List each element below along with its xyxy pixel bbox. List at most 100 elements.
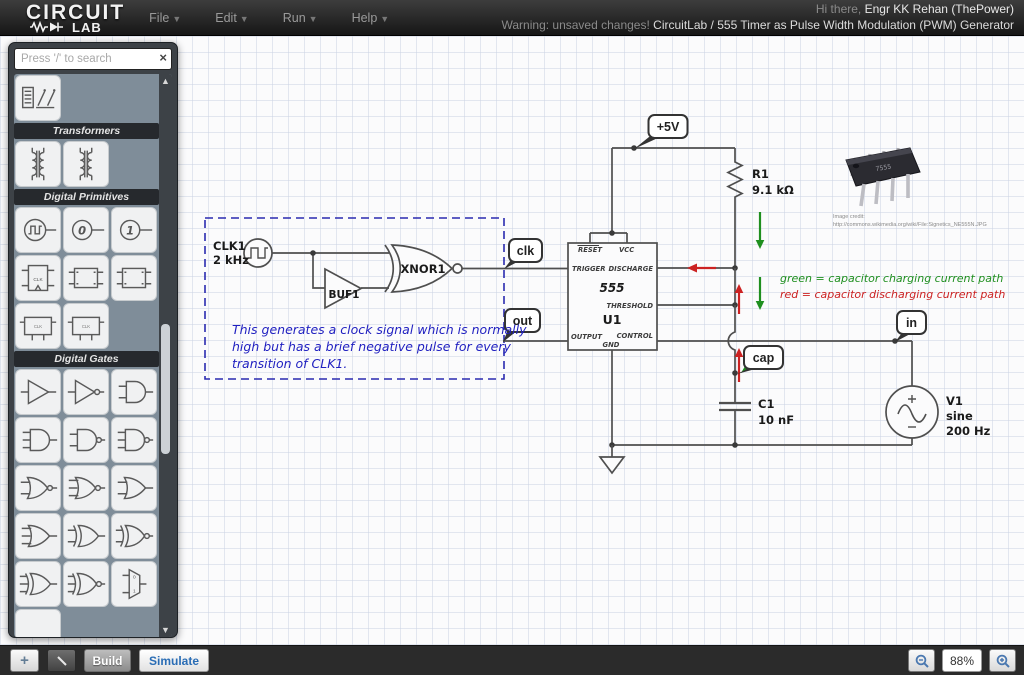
wire-clk-branch[interactable]: [313, 253, 325, 288]
breadcrumb-app[interactable]: CircuitLab: [653, 18, 707, 32]
svg-text:http://commons.wikimedia.org/w: http://commons.wikimedia.org/wiki/File:S…: [833, 222, 987, 228]
voltage-source-v1[interactable]: [886, 341, 938, 445]
tile-nand3-gate[interactable]: [111, 417, 157, 463]
scroll-up-icon[interactable]: ▲: [159, 76, 172, 86]
svg-text:1: 1: [126, 223, 134, 237]
pin-threshold: THRESHOLD: [606, 302, 653, 310]
clk1-value: 2 kHz: [213, 253, 249, 267]
resistor-r1[interactable]: [728, 148, 742, 268]
r1-value: 9.1 kΩ: [752, 183, 794, 197]
tile-or2-gate[interactable]: [111, 465, 157, 511]
digital-clock-source-icon: [16, 207, 60, 253]
tile-and3-gate[interactable]: [15, 417, 61, 463]
u1-designator: U1: [603, 312, 622, 327]
username[interactable]: Engr KK Rehan (ThePower): [865, 2, 1014, 16]
pan-tool-button[interactable]: +: [10, 649, 39, 672]
net-flag-plus5v[interactable]: +5V: [634, 115, 688, 149]
scroll-down-icon[interactable]: ▼: [159, 625, 172, 635]
menu-bar: File▼ Edit▼ Run▼ Help▼: [149, 11, 389, 25]
palette-tile-grid: [14, 608, 159, 637]
tile-xnor3-gate[interactable]: [63, 561, 109, 607]
tile-partial-tile[interactable]: [15, 609, 61, 637]
svg-text:0: 0: [78, 223, 86, 237]
tile-digital-ic-a[interactable]: [63, 255, 109, 301]
ground-symbol[interactable]: [600, 445, 624, 473]
nand2-gate-icon: [64, 417, 108, 463]
wire-threshold-to-cap[interactable]: [728, 305, 735, 403]
tile-xnor2-gate[interactable]: [111, 513, 157, 559]
buffer-gate-icon: [16, 369, 60, 415]
net-flag-clk[interactable]: clk: [504, 239, 542, 269]
multiplexer-icon: 01: [112, 561, 156, 607]
c1-value: 10 nF: [758, 413, 794, 427]
svg-text:cap: cap: [753, 351, 775, 365]
breadcrumb-doc-title: 555 Timer as Pulse Width Modulation (PWM…: [717, 18, 1014, 32]
tile-d-flip-flop[interactable]: CLK: [15, 255, 61, 301]
unsaved-warning: Warning: unsaved changes!: [502, 18, 650, 32]
svg-text:This generates a clock signal: This generates a clock signal which is n…: [232, 322, 527, 337]
svg-text:+5V: +5V: [657, 120, 680, 134]
tile-logic-0[interactable]: 0: [63, 207, 109, 253]
search-input[interactable]: [14, 48, 172, 70]
chevron-down-icon: ▼: [172, 14, 181, 24]
simulate-button[interactable]: Simulate: [139, 649, 209, 672]
xnor3-gate-icon: [64, 561, 108, 607]
c1-designator: C1: [758, 397, 774, 411]
r1-designator: R1: [752, 167, 769, 181]
circuitlab-logo[interactable]: CIRCUIT LAB: [26, 2, 125, 34]
menu-help[interactable]: Help▼: [352, 11, 390, 25]
d-flip-flop-icon: CLK: [16, 255, 60, 301]
legend-red: red = capacitor discharging current path: [780, 288, 1005, 301]
v1-type: sine: [946, 409, 973, 423]
tile-xor2-gate[interactable]: [63, 513, 109, 559]
menu-edit[interactable]: Edit▼: [215, 11, 248, 25]
menu-run[interactable]: Run▼: [283, 11, 318, 25]
buf1-designator: BUF1: [328, 289, 359, 301]
tile-xor3-gate[interactable]: [15, 561, 61, 607]
tile-digital-clock-source[interactable]: [15, 207, 61, 253]
and3-gate-icon: [16, 417, 60, 463]
v1-value: 200 Hz: [946, 424, 991, 438]
zoom-in-button[interactable]: [989, 649, 1016, 672]
tile-transformer-1[interactable]: [15, 141, 61, 187]
document-breadcrumb: Warning: unsaved changes! CircuitLab / 5…: [502, 18, 1015, 34]
tile-transformer-2[interactable]: [63, 141, 109, 187]
and2-gate-icon: [112, 369, 156, 415]
tile-inverter-gate[interactable]: [63, 369, 109, 415]
tile-digital-ic-b[interactable]: [111, 255, 157, 301]
zoom-level-display[interactable]: 88%: [942, 649, 982, 672]
palette-section-header: Transformers: [14, 123, 159, 139]
svg-text:in: in: [906, 316, 917, 330]
tile-nor2-gate[interactable]: [15, 465, 61, 511]
tile-buffer-gate[interactable]: [15, 369, 61, 415]
clock-source-clk1[interactable]: [244, 239, 389, 267]
wire-tool-button[interactable]: [47, 649, 76, 672]
chevron-down-icon: ▼: [309, 14, 318, 24]
capacitor-c1[interactable]: [719, 403, 751, 445]
svg-text:CLK: CLK: [33, 277, 43, 283]
tile-digital-ic-c[interactable]: CLK: [15, 303, 61, 349]
close-icon[interactable]: ×: [159, 51, 167, 64]
build-button[interactable]: Build: [84, 649, 131, 672]
palette-section-header: Digital Gates: [14, 351, 159, 367]
scrollbar-thumb[interactable]: [161, 324, 170, 454]
palette-scrollbar[interactable]: ▲ ▼: [159, 74, 172, 637]
palette-tile-grid: [14, 140, 159, 188]
pin-trigger: TRIGGER: [572, 265, 605, 273]
tile-digital-ic-d[interactable]: CLK: [63, 303, 109, 349]
inverter-gate-icon: [64, 369, 108, 415]
tile-and2-gate[interactable]: [111, 369, 157, 415]
tile-or3-gate[interactable]: [15, 513, 61, 559]
menu-file[interactable]: File▼: [149, 11, 181, 25]
tile-relay[interactable]: [15, 75, 61, 121]
palette-tile-grid: 01: [14, 368, 159, 608]
tile-multiplexer[interactable]: 01: [111, 561, 157, 607]
zoom-out-button[interactable]: [908, 649, 935, 672]
clk1-designator: CLK1: [213, 239, 246, 253]
relay-icon: [16, 75, 60, 121]
net-flag-in[interactable]: in: [895, 311, 926, 342]
tile-nand2-gate[interactable]: [63, 417, 109, 463]
tile-logic-1[interactable]: 1: [111, 207, 157, 253]
tile-nor3-gate[interactable]: [63, 465, 109, 511]
user-greeting: Hi there, Engr KK Rehan (ThePower): [502, 2, 1015, 18]
